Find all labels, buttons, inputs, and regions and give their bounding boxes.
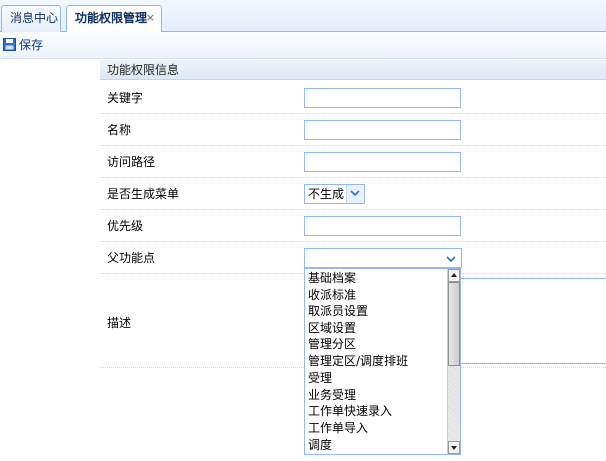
path-label: 访问路径 (107, 155, 156, 169)
form-row-name: 名称 (100, 114, 606, 146)
scroll-thumb[interactable] (448, 282, 460, 366)
tab-permission-management[interactable]: 功能权限管理 × (66, 5, 162, 33)
list-item[interactable]: 收派标准 (308, 287, 356, 304)
list-item[interactable]: 受理 (308, 370, 332, 387)
description-label: 描述 (107, 316, 132, 330)
priority-input[interactable] (304, 216, 461, 236)
scroll-up-button[interactable] (448, 269, 460, 282)
parent-dropdown-list: 基础档案 收派标准 取派员设置 区域设置 管理分区 管理定区/调度排班 受理 业… (304, 268, 461, 455)
list-item[interactable]: 管理分区 (308, 336, 356, 353)
name-input[interactable] (304, 120, 461, 140)
parent-combobox[interactable] (304, 248, 462, 268)
section-title: 功能权限信息 (100, 60, 606, 80)
name-label: 名称 (107, 123, 132, 137)
close-icon[interactable]: × (146, 6, 155, 30)
save-icon (3, 38, 16, 51)
generate-menu-value: 不生成 (308, 187, 345, 201)
priority-label: 优先级 (107, 219, 144, 233)
keyword-input[interactable] (304, 88, 461, 108)
tab-bar: 消息中心 功能权限管理 × (0, 0, 606, 33)
tab-label: 功能权限管理 (75, 11, 148, 25)
tab-label: 消息中心 (10, 11, 59, 25)
generate-menu-label: 是否生成菜单 (107, 187, 180, 201)
keyword-label: 关键字 (107, 91, 144, 105)
list-item[interactable]: 基础档案 (308, 270, 356, 287)
list-item[interactable]: 工作单导入 (308, 420, 368, 437)
form-row-path: 访问路径 (100, 146, 606, 178)
triangle-up-icon (451, 273, 457, 277)
scrollbar[interactable] (447, 269, 460, 454)
list-item[interactable]: 取派员设置 (308, 303, 368, 320)
list-item[interactable]: 管理定区/调度排班 (308, 353, 408, 370)
path-input[interactable] (304, 152, 461, 172)
generate-menu-select[interactable]: 不生成 (304, 184, 365, 204)
form-row-generate-menu: 是否生成菜单 不生成 (100, 178, 606, 210)
scroll-down-button[interactable] (448, 441, 460, 454)
triangle-down-icon (451, 446, 457, 450)
toolbar: 保存 (0, 32, 606, 59)
chevron-down-icon[interactable] (346, 185, 364, 203)
tab-message-center[interactable]: 消息中心 (1, 5, 61, 32)
list-item[interactable]: 调度 (308, 437, 332, 454)
list-item[interactable]: 业务受理 (308, 387, 356, 404)
list-item[interactable]: 区域设置 (308, 320, 356, 337)
chevron-down-icon[interactable] (444, 252, 458, 266)
list-item[interactable]: 工作单快速录入 (308, 403, 392, 420)
save-label: 保存 (19, 38, 44, 52)
form-row-keyword: 关键字 (100, 82, 606, 114)
parent-label: 父功能点 (107, 251, 156, 265)
form-row-priority: 优先级 (100, 210, 606, 242)
